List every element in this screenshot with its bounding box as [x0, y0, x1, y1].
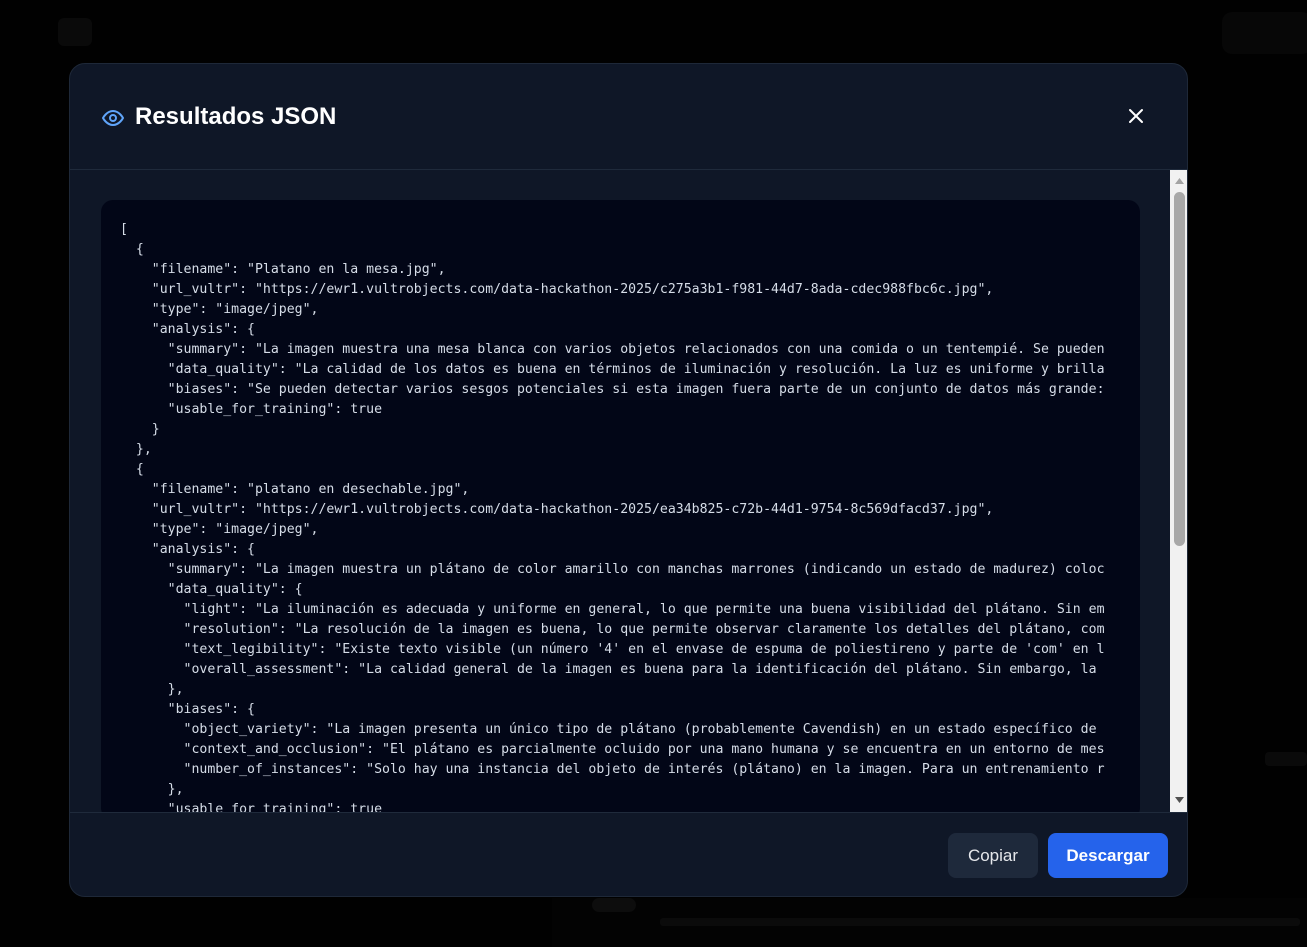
- code-line: "filename": "platano en desechable.jpg",: [120, 482, 470, 497]
- code-line: "object_variety": "La imagen presenta un…: [120, 722, 1097, 737]
- scrollbar-thumb[interactable]: [1174, 192, 1185, 546]
- code-line: {: [120, 242, 144, 257]
- modal-title: Resultados JSON: [135, 103, 337, 130]
- code-line: "type": "image/jpeg",: [120, 522, 319, 537]
- code-line: "number_of_instances": "Solo hay una ins…: [120, 762, 1105, 777]
- background-text-line: [660, 918, 1300, 926]
- background-menu-button: [58, 18, 92, 46]
- code-line: "data_quality": "La calidad de los datos…: [120, 362, 1105, 377]
- code-line: "summary": "La imagen muestra un plátano…: [120, 562, 1105, 577]
- modal-scrollbar[interactable]: [1170, 170, 1187, 812]
- scroll-down-arrow[interactable]: [1170, 791, 1187, 808]
- code-line: },: [120, 782, 184, 797]
- code-line: "filename": "Platano en la mesa.jpg",: [120, 262, 446, 277]
- code-line: "data_quality": {: [120, 582, 303, 597]
- background-side-element: [1265, 752, 1307, 766]
- code-line: "usable_for_training": true: [120, 802, 383, 812]
- copy-button[interactable]: Copiar: [948, 833, 1038, 878]
- code-line: [: [120, 222, 128, 237]
- code-line: }: [120, 422, 160, 437]
- code-line: "url_vultr": "https://ewr1.vultrobjects.…: [120, 502, 994, 517]
- json-code-block[interactable]: [ { "filename": "Platano en la mesa.jpg"…: [101, 200, 1140, 812]
- code-line: },: [120, 682, 184, 697]
- background-header-button: [1222, 12, 1307, 54]
- eye-icon: [100, 106, 126, 130]
- code-line: },: [120, 442, 152, 457]
- code-line: "analysis": {: [120, 542, 255, 557]
- close-button[interactable]: [1120, 102, 1152, 134]
- modal-header: Resultados JSON: [70, 64, 1187, 170]
- background-badge: [592, 898, 636, 912]
- scroll-up-arrow[interactable]: [1170, 172, 1187, 189]
- code-line: {: [120, 462, 144, 477]
- json-results-modal: Resultados JSON [ { "filename": "Platano…: [69, 63, 1188, 897]
- code-line: "usable_for_training": true: [120, 402, 383, 417]
- code-line: "text_legibility": "Existe texto visible…: [120, 642, 1105, 657]
- modal-footer: Copiar Descargar: [70, 812, 1187, 896]
- code-line: "type": "image/jpeg",: [120, 302, 319, 317]
- code-line: "light": "La iluminación es adecuada y u…: [120, 602, 1105, 617]
- download-button[interactable]: Descargar: [1048, 833, 1168, 878]
- code-line: "url_vultr": "https://ewr1.vultrobjects.…: [120, 282, 994, 297]
- code-line: "summary": "La imagen muestra una mesa b…: [120, 342, 1105, 357]
- code-line: "biases": "Se pueden detectar varios ses…: [120, 382, 1105, 397]
- code-line: "resolution": "La resolución de la image…: [120, 622, 1105, 637]
- close-icon: [1126, 106, 1146, 131]
- code-line: "context_and_occlusion": "El plátano es …: [120, 742, 1105, 757]
- code-line: "analysis": {: [120, 322, 255, 337]
- code-line: "overall_assessment": "La calidad genera…: [120, 662, 1097, 677]
- json-code-text: [ { "filename": "Platano en la mesa.jpg"…: [120, 220, 1105, 812]
- code-line: "biases": {: [120, 702, 255, 717]
- modal-body[interactable]: [ { "filename": "Platano en la mesa.jpg"…: [70, 170, 1170, 812]
